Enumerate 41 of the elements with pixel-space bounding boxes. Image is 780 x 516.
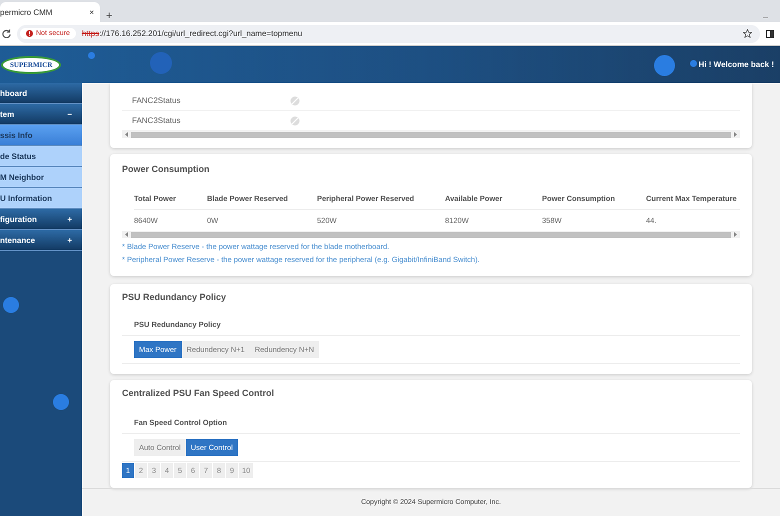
sidebar-item[interactable]: ntenance + xyxy=(0,230,82,251)
decorative-dot-icon xyxy=(3,297,19,313)
side-panel-icon[interactable] xyxy=(766,30,774,38)
warning-icon xyxy=(26,30,33,37)
fan-name: FANC3Status xyxy=(132,116,182,125)
scroll-left-icon[interactable] xyxy=(124,232,129,237)
url-text: https://176.16.252.201/cgi/url_redirect.cgi?url_name=topmenu xyxy=(82,29,302,38)
sidebar-item[interactable]: hboard xyxy=(0,83,82,104)
welcome-text: Hi ! Welcome back ! xyxy=(698,60,774,69)
new-tab-button[interactable]: + xyxy=(100,10,118,22)
decorative-dot-icon xyxy=(690,60,697,67)
scroll-right-icon[interactable] xyxy=(733,132,738,137)
scroll-right-icon[interactable] xyxy=(733,232,738,237)
horizontal-scrollbar[interactable] xyxy=(122,131,740,138)
card-title: PSU Redundancy Policy xyxy=(122,292,228,302)
toggle-sign: + xyxy=(67,236,72,244)
toggle-sign: + xyxy=(67,214,72,224)
card-title: Power Consumption xyxy=(122,164,210,174)
decorative-dot-icon xyxy=(53,394,69,410)
sidebar-subitem[interactable]: ssis Info xyxy=(0,125,82,146)
sidebar-item-label: ntenance xyxy=(0,236,36,244)
sidebar-subitem[interactable]: U Information xyxy=(0,188,82,209)
sidebar-item-label: tem xyxy=(0,110,14,118)
sidebar-item[interactable]: tem − xyxy=(0,104,82,125)
decorative-dot-icon xyxy=(88,52,95,59)
horizontal-scrollbar[interactable] xyxy=(122,231,740,238)
sidebar-subitem[interactable]: de Status xyxy=(0,146,82,167)
fan-name: FANC2Status xyxy=(132,96,182,105)
card-title: Centralized PSU Fan Speed Control xyxy=(122,388,276,398)
minimize-button[interactable]: – xyxy=(756,12,774,22)
toggle-sign: − xyxy=(67,110,72,118)
decorative-dot-icon xyxy=(150,52,172,74)
sidebar-subitem[interactable]: M Neighbor xyxy=(0,167,82,188)
browser-tab[interactable]: permicro CMM × xyxy=(0,2,100,22)
sidebar-item-label: hboard xyxy=(0,88,28,98)
decorative-dot-icon xyxy=(654,55,675,76)
scroll-left-icon[interactable] xyxy=(124,132,129,137)
reload-icon[interactable] xyxy=(2,29,11,38)
sidebar-item[interactable]: figuration + xyxy=(0,209,82,230)
star-icon[interactable] xyxy=(743,29,752,38)
sidebar-item-label: figuration xyxy=(0,214,37,224)
